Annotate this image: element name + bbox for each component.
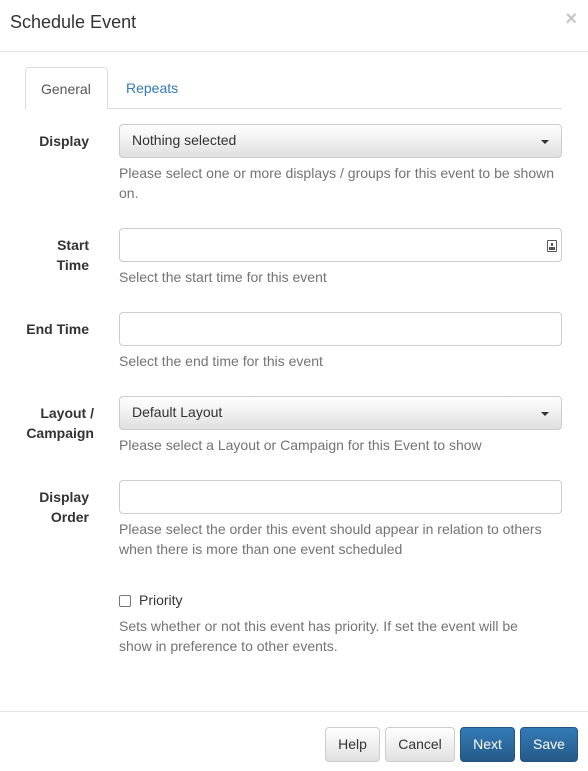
end-time-label: End Time — [26, 321, 89, 337]
layout-campaign-help: Please select a Layout or Campaign for t… — [119, 437, 482, 453]
priority-help-line2: show in preference to other events. — [119, 638, 338, 654]
caret-down-icon — [541, 412, 549, 416]
caret-down-icon — [541, 140, 549, 144]
start-time-label-line1: Start — [57, 237, 89, 253]
layout-campaign-label-line2: Campaign — [26, 425, 94, 441]
priority-checkbox[interactable] — [119, 595, 131, 607]
display-order-help: Please select the order this event shoul… — [119, 519, 559, 559]
layout-campaign-label: Layout / Campaign — [19, 403, 94, 443]
schedule-event-dialog: Schedule Event × General Repeats Display… — [0, 0, 588, 771]
end-time-help: Select the end time for this event — [119, 353, 323, 369]
calendar-icon[interactable] — [547, 240, 557, 252]
display-order-help-line1: Please select the order this event shoul… — [119, 521, 542, 537]
start-time-label: Start Time — [14, 235, 89, 275]
layout-campaign-select[interactable]: Default Layout — [119, 396, 562, 430]
layout-campaign-label-line1: Layout / — [40, 405, 94, 421]
tab-repeats[interactable]: Repeats — [111, 67, 193, 109]
display-order-label-line1: Display — [39, 489, 89, 505]
end-time-input[interactable] — [119, 312, 562, 346]
help-button[interactable]: Help — [325, 727, 380, 762]
display-order-input[interactable] — [119, 480, 562, 514]
display-order-label: Display Order — [14, 487, 89, 527]
save-button[interactable]: Save — [520, 727, 578, 762]
close-icon[interactable]: × — [565, 9, 577, 29]
display-select-value: Nothing selected — [132, 132, 237, 148]
next-button[interactable]: Next — [460, 727, 515, 762]
display-select[interactable]: Nothing selected — [119, 124, 562, 158]
dialog-title: Schedule Event — [10, 12, 137, 32]
dialog-header: Schedule Event × — [0, 0, 588, 52]
priority-help: Sets whether or not this event has prior… — [119, 616, 559, 656]
cancel-button[interactable]: Cancel — [385, 727, 455, 762]
start-time-input[interactable] — [119, 228, 562, 262]
tab-general[interactable]: General — [25, 67, 108, 110]
start-time-label-line2: Time — [56, 257, 89, 273]
display-label: Display — [39, 133, 89, 149]
tab-bar: General Repeats — [25, 67, 562, 110]
display-help: Please select one or more displays / gro… — [119, 165, 555, 201]
display-order-help-line2: when there is more than one event schedu… — [119, 541, 403, 557]
priority-label[interactable]: Priority — [139, 592, 183, 608]
layout-campaign-select-value: Default Layout — [132, 404, 223, 420]
start-time-help: Select the start time for this event — [119, 269, 327, 285]
priority-help-line1: Sets whether or not this event has prior… — [119, 618, 518, 634]
display-order-label-line2: Order — [50, 509, 89, 525]
